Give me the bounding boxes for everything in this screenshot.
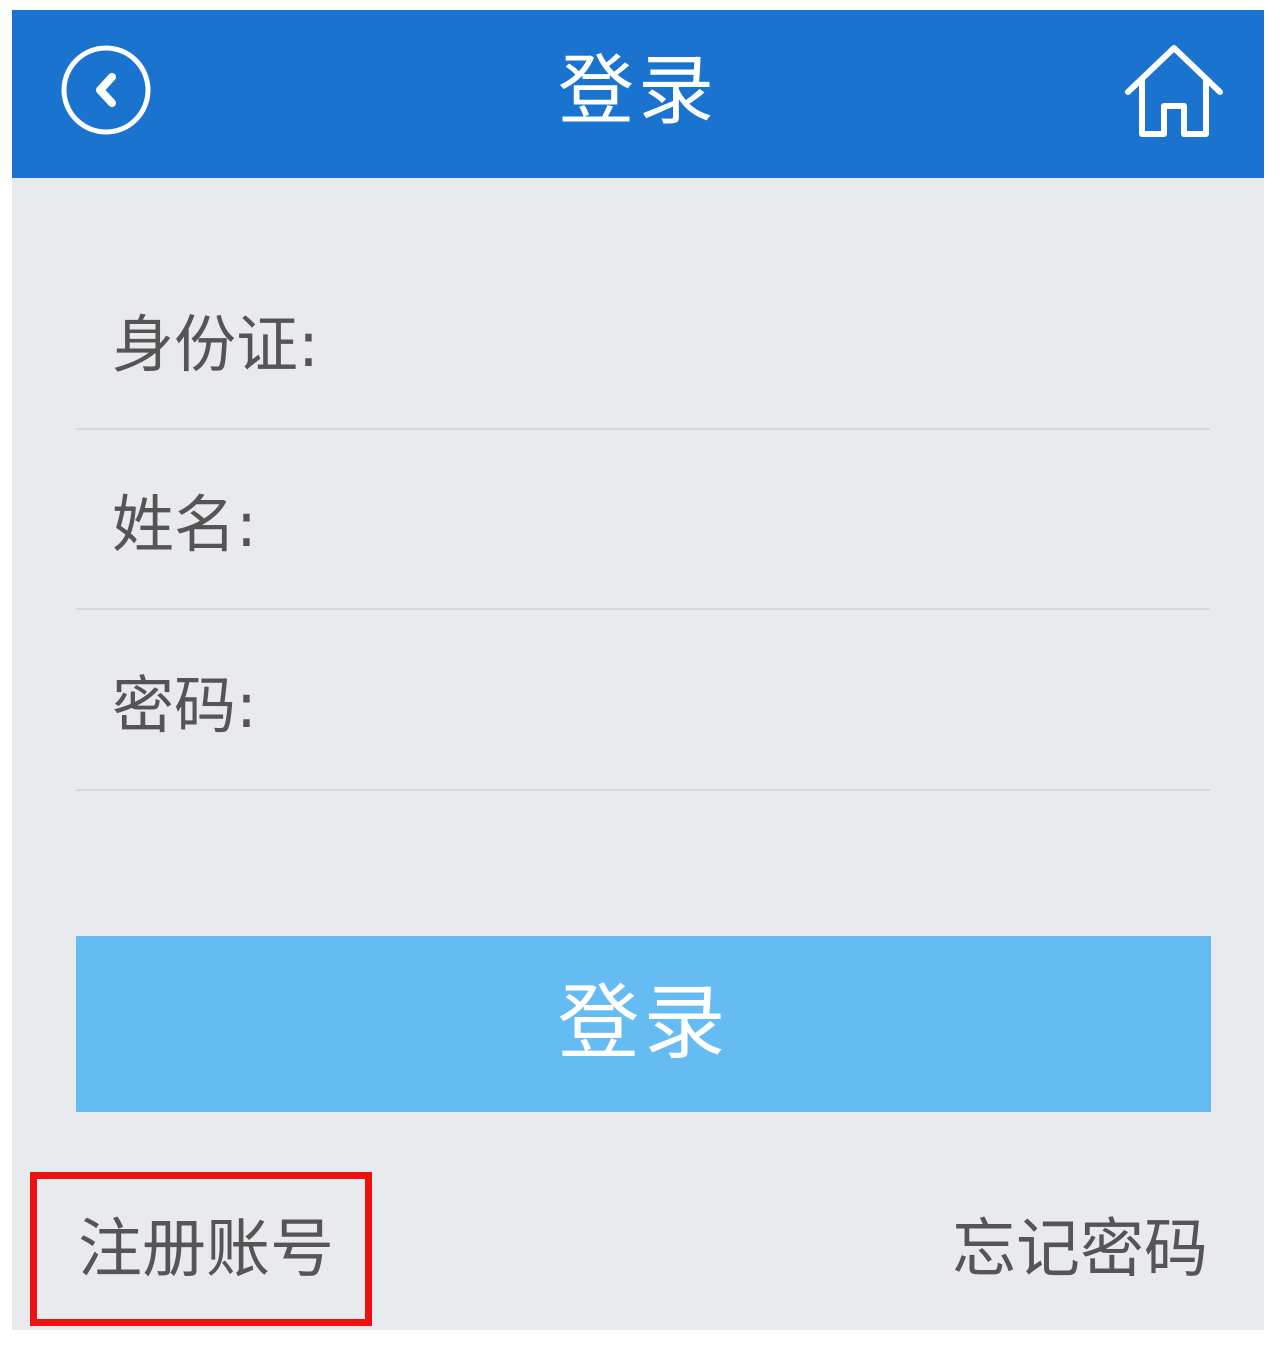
name-field: 姓名:	[76, 430, 1210, 610]
forgot-password-link[interactable]: 忘记密码	[952, 1210, 1208, 1290]
password-label: 密码:	[112, 669, 257, 742]
name-input[interactable]	[336, 470, 1190, 572]
login-screen: 登录 身份证: 姓名: 密码: 登录 注册账号 忘记密码	[12, 10, 1264, 1330]
login-button[interactable]: 登录	[76, 936, 1211, 1112]
home-button[interactable]	[1120, 40, 1228, 140]
password-field: 密码:	[76, 611, 1210, 791]
id-card-input[interactable]	[336, 290, 1190, 392]
password-input[interactable]	[336, 651, 1190, 753]
id-card-label: 身份证:	[112, 308, 319, 381]
id-card-field: 身份证:	[76, 250, 1210, 430]
name-label: 姓名:	[112, 488, 257, 561]
page-title: 登录	[558, 46, 718, 135]
home-icon	[1125, 45, 1223, 137]
navbar: 登录	[12, 10, 1264, 178]
highlight-box	[30, 1172, 372, 1326]
